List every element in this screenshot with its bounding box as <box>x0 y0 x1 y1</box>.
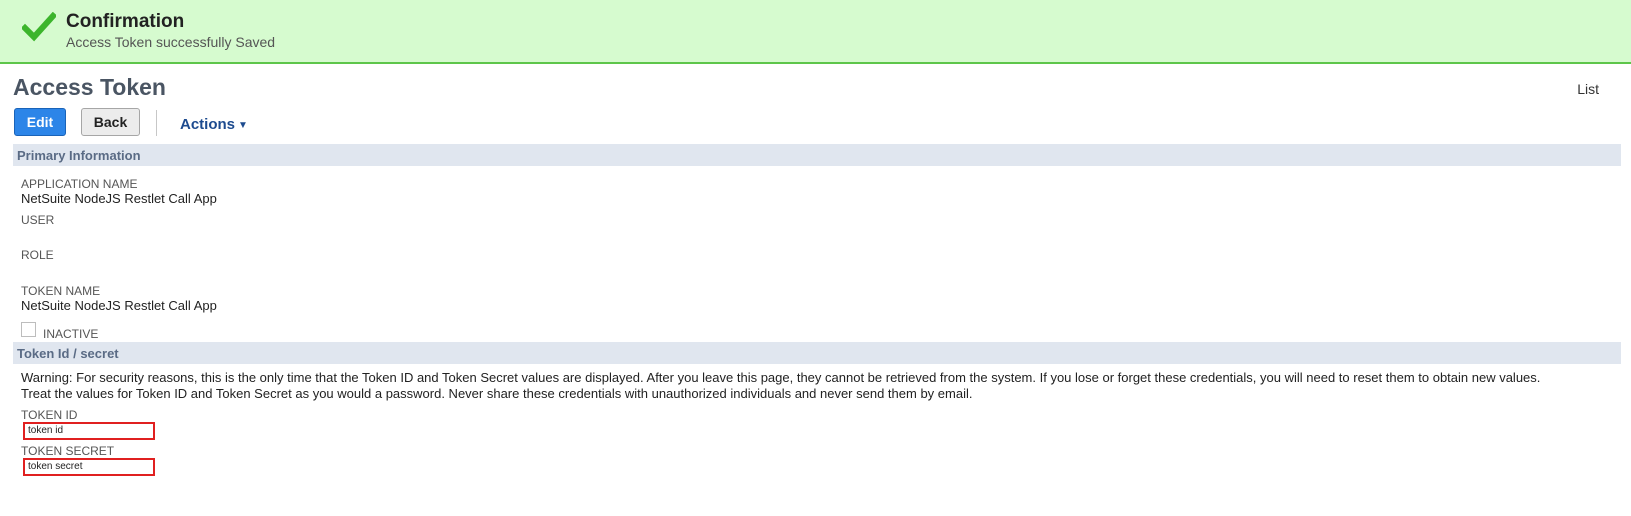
user-label: USER <box>21 213 55 227</box>
page-title: Access Token <box>13 74 166 100</box>
checkmark-icon <box>22 12 56 42</box>
toolbar-divider <box>156 110 157 136</box>
token-name-label: TOKEN NAME <box>21 284 101 298</box>
token-secret-label: TOKEN SECRET <box>21 444 115 458</box>
token-id-value[interactable]: token id <box>23 422 155 440</box>
banner-message: Access Token successfully Saved <box>66 34 276 50</box>
edit-button[interactable]: Edit <box>14 108 66 136</box>
warning-line-1: Warning: For security reasons, this is t… <box>21 370 1541 385</box>
actions-label: Actions <box>180 116 236 133</box>
confirmation-banner: Confirmation Access Token successfully S… <box>0 0 1631 64</box>
section-primary-information: Primary Information <box>13 144 1621 166</box>
back-button[interactable]: Back <box>81 108 140 136</box>
inactive-checkbox[interactable] <box>21 322 36 337</box>
role-label: ROLE <box>21 248 54 262</box>
list-link[interactable]: List <box>1577 81 1599 97</box>
token-secret-value[interactable]: token secret <box>23 458 155 476</box>
application-name-value: NetSuite NodeJS Restlet Call App <box>21 191 217 206</box>
actions-menu[interactable]: Actions ▼ <box>180 116 248 133</box>
security-warning: Warning: For security reasons, this is t… <box>21 370 1540 402</box>
banner-title: Confirmation <box>66 11 185 32</box>
caret-down-icon: ▼ <box>238 120 248 131</box>
application-name-label: APPLICATION NAME <box>21 177 138 191</box>
token-name-value: NetSuite NodeJS Restlet Call App <box>21 298 217 313</box>
inactive-label: INACTIVE <box>43 327 99 341</box>
section-token-id-secret: Token Id / secret <box>13 342 1621 364</box>
warning-line-2: Treat the values for Token ID and Token … <box>21 386 973 401</box>
token-id-label: TOKEN ID <box>21 408 78 422</box>
